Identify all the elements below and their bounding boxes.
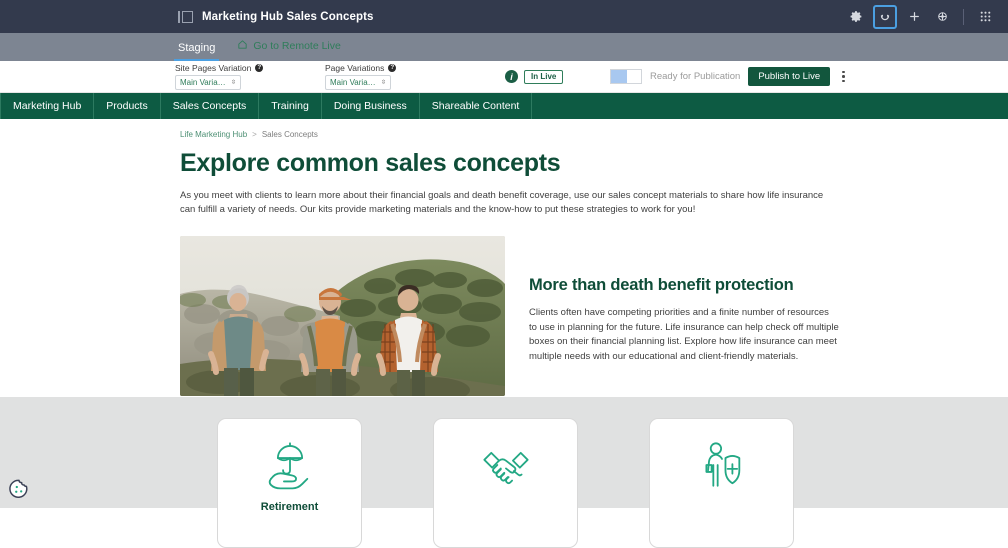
hero-image xyxy=(180,236,505,396)
site-pages-variation-label: Site Pages Variation ? xyxy=(175,63,263,73)
site-pages-info-icon[interactable]: ? xyxy=(255,64,263,72)
panel-toggle-icon[interactable] xyxy=(178,10,194,24)
nav-item-products[interactable]: Products xyxy=(94,93,160,119)
publish-to-live-button[interactable]: Publish to Live xyxy=(748,67,830,87)
status-badge: In Live xyxy=(524,70,563,84)
tab-staging[interactable]: Staging xyxy=(174,43,219,61)
info-icon[interactable]: i xyxy=(505,70,518,83)
smiley-icon[interactable] xyxy=(873,5,897,29)
nav-item-training[interactable]: Training xyxy=(259,93,322,119)
staging-bar: Staging Go to Remote Live xyxy=(0,33,1008,61)
app-grid-icon[interactable] xyxy=(974,6,996,28)
site-pages-variation-group: Site Pages Variation ? Main Varia… ⇳ xyxy=(175,63,263,90)
concept-cards-section: Retirement xyxy=(0,397,1008,508)
chevron-updown-icon: ⇳ xyxy=(231,79,236,86)
breadcrumb-parent-link[interactable]: Life Marketing Hub xyxy=(180,130,247,139)
cookie-consent-icon[interactable] xyxy=(8,478,30,500)
globe-icon[interactable] xyxy=(931,6,953,28)
page-variations-group: Page Variations ? Main Varia… ⇳ xyxy=(325,63,396,90)
gear-icon[interactable] xyxy=(845,6,867,28)
site-pages-variation-select[interactable]: Main Varia… ⇳ xyxy=(175,75,241,90)
primary-navigation: Marketing Hub Products Sales Concepts Tr… xyxy=(0,93,1008,119)
umbrella-in-hand-icon xyxy=(262,439,318,491)
breadcrumb: Life Marketing Hub > Sales Concepts xyxy=(180,130,1008,139)
hero-text-block: More than death benefit protection Clien… xyxy=(529,236,839,396)
page-variations-info-icon[interactable]: ? xyxy=(388,64,396,72)
page-content: Life Marketing Hub > Sales Concepts Expl… xyxy=(0,119,1008,396)
nav-item-sales-concepts[interactable]: Sales Concepts xyxy=(161,93,260,119)
page-title: Explore common sales concepts xyxy=(180,149,1008,178)
site-pages-variation-value: Main Varia… xyxy=(180,78,226,87)
go-to-remote-live-link[interactable]: Go to Remote Live xyxy=(237,37,341,61)
hero-heading: More than death benefit protection xyxy=(529,276,839,295)
person-shield-plus-icon xyxy=(694,439,750,491)
nav-item-doing-business[interactable]: Doing Business xyxy=(322,93,420,119)
appbar-left-group: Marketing Hub Sales Concepts xyxy=(178,10,374,24)
page-variations-select[interactable]: Main Varia… ⇳ xyxy=(325,75,391,90)
nav-item-marketing-hub[interactable]: Marketing Hub xyxy=(0,93,94,119)
handshake-icon xyxy=(478,439,534,491)
hero-body: Clients often have competing priorities … xyxy=(529,306,839,365)
ready-for-publication-label: Ready for Publication xyxy=(650,71,740,82)
page-intro-paragraph: As you meet with clients to learn more a… xyxy=(180,189,828,218)
kebab-menu-icon[interactable] xyxy=(838,69,849,85)
appbar-actions xyxy=(845,5,996,29)
chevron-updown-icon: ⇳ xyxy=(381,79,386,86)
concept-card-handshake[interactable] xyxy=(433,418,578,548)
publish-controls: Ready for Publication Publish to Live xyxy=(610,67,849,87)
concept-card-label: Retirement xyxy=(261,501,318,513)
concept-cards-row: Retirement xyxy=(0,397,1008,548)
live-status-group: i In Live xyxy=(505,70,563,84)
page-variations-value: Main Varia… xyxy=(330,78,376,87)
app-title: Marketing Hub Sales Concepts xyxy=(202,11,374,23)
remote-live-label: Go to Remote Live xyxy=(253,40,341,52)
breadcrumb-current: Sales Concepts xyxy=(262,130,318,139)
variation-toolbar: Site Pages Variation ? Main Varia… ⇳ Pag… xyxy=(0,61,1008,93)
concept-card-protection[interactable] xyxy=(649,418,794,548)
breadcrumb-separator: > xyxy=(252,130,257,139)
toolbar-divider xyxy=(963,9,964,25)
hero-section: More than death benefit protection Clien… xyxy=(180,236,1008,396)
nav-item-shareable-content[interactable]: Shareable Content xyxy=(420,93,533,119)
concept-card-retirement[interactable]: Retirement xyxy=(217,418,362,548)
home-icon xyxy=(237,37,248,55)
app-title-bar: Marketing Hub Sales Concepts xyxy=(0,0,1008,33)
ready-for-publication-toggle[interactable] xyxy=(610,69,642,84)
plus-icon[interactable] xyxy=(903,6,925,28)
page-variations-label: Page Variations ? xyxy=(325,63,396,73)
